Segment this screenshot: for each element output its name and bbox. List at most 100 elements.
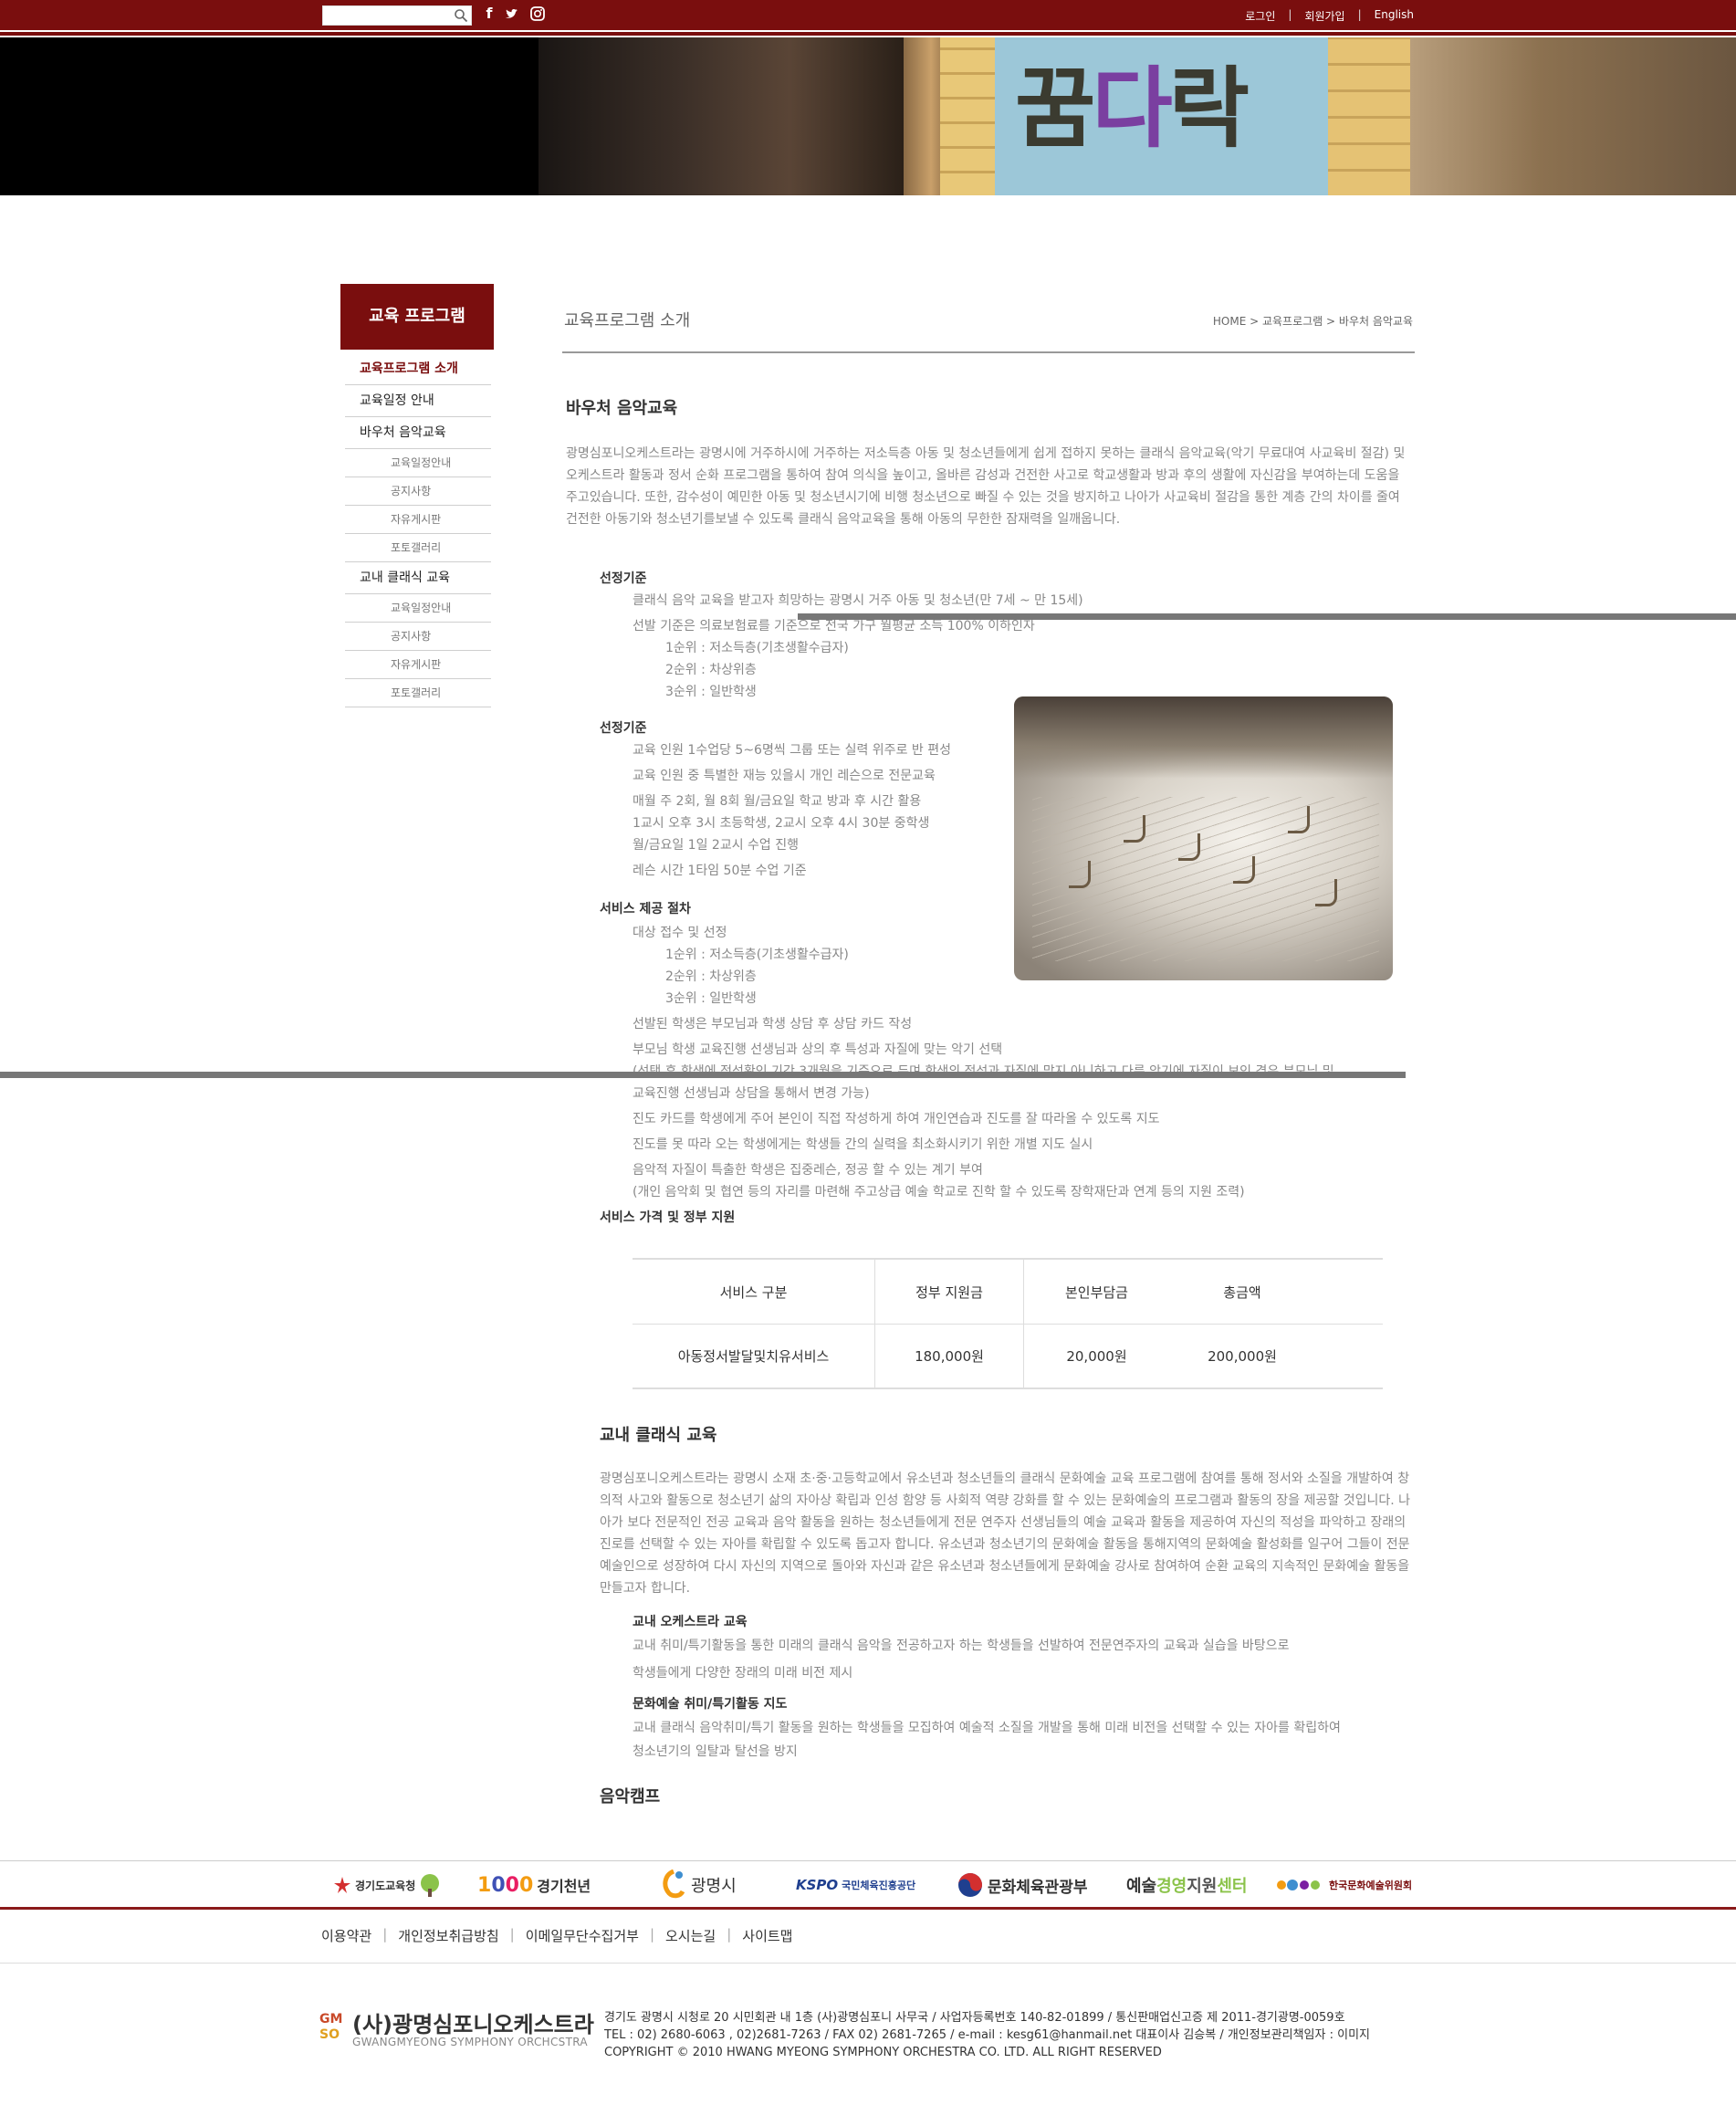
footer-links: 이용약관 | 개인정보취급방침 | 이메일무단수집거부 | 오시는길 | 사이트…	[321, 1926, 803, 1945]
terms-link[interactable]: 이용약관	[321, 1926, 382, 1945]
org-sub: GWANGMYEONG SYMPHONY ORCHCSTRA	[352, 2036, 588, 2048]
procedure-line: 교육진행 선생님과 상담을 통해서 변경 가능)	[633, 1086, 870, 1101]
search-icon[interactable]	[454, 8, 468, 23]
class-line: 매월 주 2회, 월 8회 월/금요일 학교 방과 후 시간 활용	[633, 794, 922, 809]
sidebar-subitem-school-gallery[interactable]: 포토갤러리	[345, 679, 491, 707]
table-header-cell: 서비스 구분	[719, 1283, 788, 1301]
class-line: 교육 인원 중 특별한 재능 있을시 개인 레슨으로 전문교육	[633, 769, 936, 783]
table-cell: 180,000원	[874, 1325, 1023, 1388]
sidebar-subitem-voucher-notice[interactable]: 공지사항	[345, 477, 491, 506]
directions-link[interactable]: 오시는길	[654, 1926, 727, 1945]
rank-line: 3순위 : 일반학생	[665, 991, 757, 1006]
partner-logos: 경기도교육청 1000 경기천년 광명시 KSPO 국민체육진흥공단 문화체육관…	[0, 1862, 1736, 1906]
breadcrumb: HOME > 교육프로그램 > 바우처 음악교육	[1212, 315, 1413, 328]
arko-logo[interactable]: 한국문화예술위원회	[1274, 1871, 1412, 1899]
gyeonggi-edu-logo[interactable]: 경기도교육청	[333, 1871, 441, 1899]
subheading-price: 서비스 가격 및 정부 지원	[600, 1210, 736, 1225]
table-cell: 아동정서발달및치유서비스	[677, 1348, 830, 1365]
class-line: 레슨 시간 1타임 50분 수업 기준	[633, 864, 807, 878]
gwangmyeong-city-logo[interactable]: 광명시	[660, 1869, 737, 1899]
music-note-icon	[1315, 879, 1337, 906]
arko-dots-icon	[1277, 1880, 1320, 1890]
music-note-icon	[1178, 833, 1200, 861]
top-bar: f 로그인 | 회원가입 | English	[0, 0, 1736, 30]
subheading-selection-2: 선정기준	[600, 721, 647, 736]
sidebar-item-schedule[interactable]: 교육일정 안내	[345, 385, 491, 417]
orchestra-line: 교내 취미/특기활동을 통한 미래의 클래식 음악을 전공하고자 하는 학생들을…	[633, 1639, 1290, 1653]
footer-address: 경기도 광명시 시청로 20 시민회관 내 1층 (사)광명심포니 사무국 / …	[604, 2009, 1370, 2061]
english-link[interactable]: English	[1375, 8, 1414, 24]
sidebar-item-voucher[interactable]: 바우처 음악교육	[345, 417, 491, 449]
rank-line: 2순위 : 차상위층	[665, 969, 757, 984]
sidebar-item-school-classic[interactable]: 교내 클래식 교육	[345, 562, 491, 594]
sidebar-subitem-voucher-board[interactable]: 자유게시판	[345, 506, 491, 534]
mcst-logo[interactable]: 문화체육관광부	[957, 1871, 1087, 1899]
subheading-orchestra: 교내 오케스트라 교육	[633, 1615, 748, 1629]
table-cell: 20,000원	[1023, 1325, 1169, 1388]
table-row: 아동정서발달및치유서비스 180,000원 20,000원 200,000원	[633, 1324, 1383, 1388]
hero-sign-text: 꿈다락	[1015, 58, 1250, 160]
procedure-line: 음악적 자질이 특출한 학생은 집중레슨, 정공 할 수 있는 계기 부여	[633, 1163, 983, 1178]
voucher-intro: 광명심포니오케스트라는 광명시에 거주하시에 거주하는 저소득층 아동 및 청소…	[566, 446, 1406, 527]
hero-sign: 꿈다락	[995, 37, 1328, 195]
title-divider	[562, 351, 1415, 353]
logos-bottom-divider	[0, 1907, 1736, 1910]
subheading-selection: 선정기준	[600, 571, 647, 586]
arts-line: 청소년기의 일탈과 탈선을 방지	[633, 1744, 798, 1759]
privacy-link[interactable]: 개인정보취급방침	[387, 1926, 509, 1945]
sidebar-title: 교육 프로그램	[340, 284, 494, 350]
table-header-cell: 정부 지원금	[874, 1260, 1023, 1324]
section-heading-school: 교내 클래식 교육	[600, 1426, 717, 1445]
sitemap-link[interactable]: 사이트맵	[731, 1926, 803, 1945]
procedure-line: 대상 접수 및 선정	[633, 926, 727, 940]
separator: |	[1288, 8, 1292, 21]
music-sheet-photo	[1014, 696, 1393, 980]
sidebar-subitem-voucher-schedule[interactable]: 교육일정안내	[345, 449, 491, 477]
sidebar-item-program-intro[interactable]: 교육프로그램 소개	[345, 353, 491, 385]
org-name: (사)광명심포니오케스트라	[352, 2012, 594, 2037]
instagram-icon[interactable]	[529, 5, 546, 22]
login-link[interactable]: 로그인	[1245, 8, 1275, 24]
separator: |	[1357, 8, 1362, 21]
signup-link[interactable]: 회원가입	[1304, 8, 1344, 24]
sidebar-subitem-school-board[interactable]: 자유게시판	[345, 651, 491, 679]
taegeuk-icon	[958, 1873, 982, 1897]
procedure-line: 진도를 못 따라 오는 학생에게는 학생들 간의 실력을 최소화시키기 위한 개…	[633, 1137, 1093, 1152]
sidebar-menu: 교육프로그램 소개 교육일정 안내 바우처 음악교육 교육일정안내 공지사항 자…	[345, 353, 491, 707]
copyright-line: COPYRIGHT © 2010 HWANG MYEONG SYMPHONY O…	[604, 2046, 1162, 2059]
top-links: 로그인 | 회원가입 | English	[1245, 8, 1414, 24]
table-header-cell: 총금액	[1223, 1283, 1261, 1301]
page-title: 교육프로그램 소개	[564, 311, 691, 330]
facebook-icon[interactable]: f	[481, 5, 497, 22]
procedure-line: (개인 음악회 및 협연 등의 자리를 마련해 주고상급 예술 학교로 진학 할…	[633, 1185, 1245, 1199]
price-table: 서비스 구분 정부 지원금 본인부담금 총금액 아동정서발달및치유서비스 180…	[633, 1258, 1383, 1389]
school-intro: 광명심포니오케스트라는 광명시 소재 초·중·고등학교에서 유소년과 청소년들의…	[600, 1471, 1411, 1596]
email-refuse-link[interactable]: 이메일무단수집거부	[515, 1926, 650, 1945]
section-heading-voucher: 바우처 음악교육	[566, 399, 678, 418]
rank-line: 1순위 : 저소득층(기초생활수급자)	[665, 641, 849, 655]
selection-line: 클래식 음악 교육을 받고자 희망하는 광명시 거주 아동 및 청소년(만 7세…	[633, 593, 1083, 608]
overlay-artifact	[798, 613, 1736, 620]
arts-line: 교내 클래식 음악취미/특기 활동을 원하는 학생들을 모집하여 예술적 소질을…	[633, 1721, 1341, 1735]
city-swirl-icon	[663, 1869, 685, 1899]
arts-mgmt-logo[interactable]: 예술경영지원센터	[1126, 1871, 1248, 1899]
kspo-logo[interactable]: KSPO 국민체육진흥공단	[796, 1871, 915, 1899]
sidebar-subitem-school-schedule[interactable]: 교육일정안내	[345, 594, 491, 623]
top-bar-underline	[0, 32, 1736, 36]
search-input[interactable]	[322, 5, 472, 26]
procedure-line: 선발된 학생은 부모님과 학생 상담 후 상담 카드 작성	[633, 1017, 913, 1032]
class-line: 교육 인원 1수업당 5~6명씩 그룹 또는 실력 위주로 반 편성	[633, 743, 951, 758]
sidebar-subitem-school-notice[interactable]: 공지사항	[345, 623, 491, 651]
gmso-logo-icon: GM SO	[319, 2012, 343, 2042]
gyeonggi-1000-logo[interactable]: 1000 경기천년	[477, 1871, 591, 1899]
procedure-line: 부모님 학생 교육진행 선생님과 상의 후 특성과 자질에 맞는 악기 선택	[633, 1042, 1003, 1057]
music-note-icon	[1288, 806, 1310, 833]
twitter-icon[interactable]	[504, 5, 520, 22]
rank-line: 1순위 : 저소득층(기초생활수급자)	[665, 948, 849, 962]
music-note-icon	[1124, 815, 1145, 843]
footer-divider	[0, 1963, 1736, 1964]
sidebar-subitem-voucher-gallery[interactable]: 포토갤러리	[345, 534, 491, 562]
hero-brick-image	[940, 37, 995, 195]
table-header-cell: 본인부담금	[1023, 1260, 1169, 1324]
procedure-line: 진도 카드를 학생에게 주어 본인이 직접 작성하게 하여 개인연습과 진도를 …	[633, 1112, 1160, 1126]
